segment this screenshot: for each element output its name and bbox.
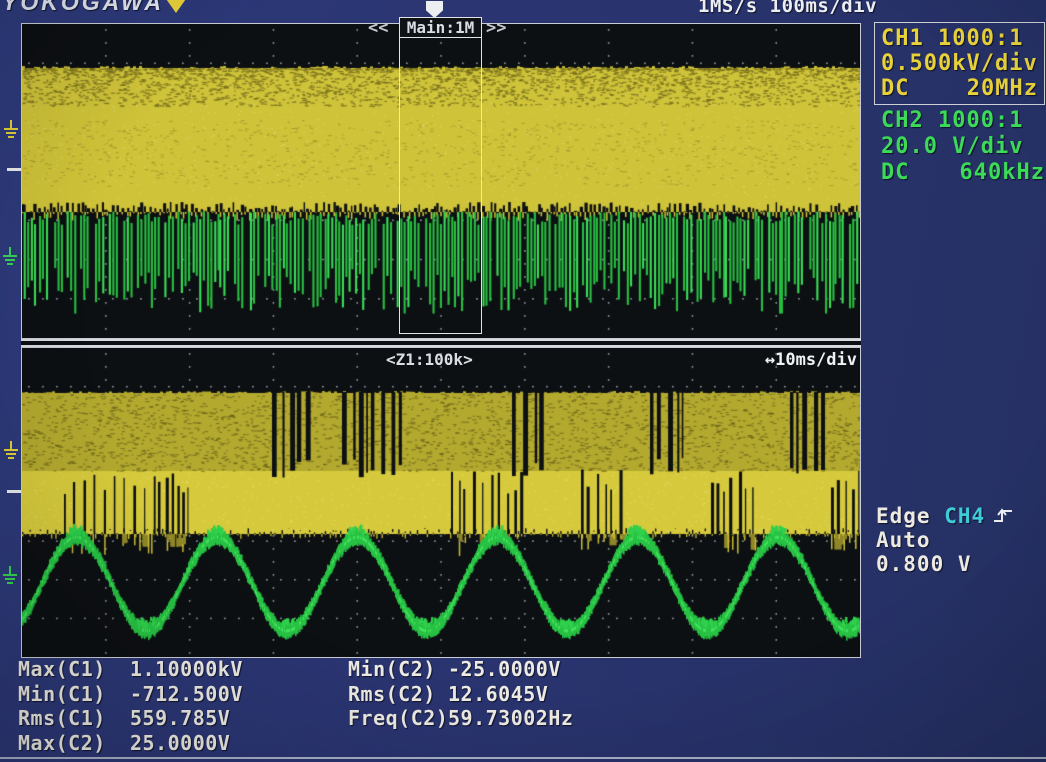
measurement-value: 25.0000V [130,731,230,755]
measurement-row: Rms(C1)559.785V [18,706,243,731]
rising-edge-icon [993,508,1013,524]
measurement-label: Max(C1) [18,657,130,681]
measurement-row: Rms(C2)12.6045V [348,682,573,707]
ch1-settings-panel: CH1 1000:1 0.500kV/div DC 20MHz [874,22,1045,105]
ch1-probe: 1000:1 [938,26,1023,51]
ch2-bandwidth: 640kHz [960,160,1045,186]
trigger-type: Edge [876,504,931,528]
measurements-column-2: Min(C2)-25.0000V Rms(C2)12.6045V Freq(C2… [348,657,573,731]
measurement-value: -712.500V [130,682,243,706]
measurement-value: 12.6045V [448,682,548,706]
brand-marker-icon [164,0,188,13]
zoom-region-box [399,17,482,334]
trigger-level-marker-main [7,168,21,171]
trigger-settings-panel: Edge CH4 Auto 0.800 V [876,504,1013,576]
measurement-label: Max(C2) [18,731,130,755]
ch2-ground-marker-zoom [2,566,19,586]
measurement-label: Min(C1) [18,682,130,706]
ch1-coupling: DC [881,76,910,101]
trigger-level-marker-zoom [7,490,21,493]
ch2-coupling: DC [881,160,910,186]
ch1-scale: 0.500kV/div [881,51,1038,76]
measurement-value: 59.73002Hz [448,706,573,730]
measurement-row: Max(C1)1.10000kV [18,657,243,682]
ch1-name: CH1 [881,26,924,51]
trigger-position-icon [426,1,443,18]
scroll-right-icon: >> [486,18,506,38]
sample-rate-timebase: 1MS/s 100ms/div [698,0,877,17]
ch2-scale: 20.0 V/div [881,134,1045,160]
zoom-waveform-window: <Z1:100k> ↔10ms/div [21,347,861,658]
zoom-record-label: <Z1:100k> [386,350,473,369]
measurement-row: Freq(C2)59.73002Hz [348,706,573,731]
measurement-value: 1.10000kV [130,657,243,681]
measurement-row: Max(C2)25.0000V [18,731,243,756]
ch2-settings-panel: CH2 1000:1 20.0 V/div DC 640kHz [881,108,1045,186]
measurement-label: Min(C2) [348,657,448,681]
measurement-value: 559.785V [130,706,230,730]
zoom-waveform-canvas [22,348,860,657]
main-waveform-window: << Main:1M >> [21,23,861,339]
measurement-row: Min(C2)-25.0000V [348,657,573,682]
scroll-left-icon: << [368,18,388,38]
measurement-row: Min(C1)-712.500V [18,682,243,707]
trigger-source: CH4 [944,504,985,528]
brand-logo: YOKOGAWA [2,0,164,16]
oscilloscope-screen: YOKOGAWA 1MS/s 100ms/div << Main:1M >> <… [0,0,1046,762]
measurements-column-1: Max(C1)1.10000kV Min(C1)-712.500V Rms(C1… [18,657,243,755]
window-separator [21,339,861,347]
measurement-value: -25.0000V [448,657,561,681]
measurement-label: Rms(C2) [348,682,448,706]
ch1-bandwidth: 20MHz [967,76,1038,101]
trigger-level: 0.800 V [876,552,1013,576]
ch2-name: CH2 [881,108,924,133]
zoom-timebase-label: ↔10ms/div [765,350,857,370]
ch2-probe: 1000:1 [938,108,1023,133]
measurement-label: Freq(C2) [348,706,448,730]
measurement-label: Rms(C1) [18,706,130,730]
ch1-ground-marker-main [3,120,20,140]
ch1-ground-marker-zoom [3,441,20,461]
trigger-mode: Auto [876,528,1013,552]
screen-bottom-edge [0,757,1046,759]
ch2-ground-marker-main [2,247,19,267]
